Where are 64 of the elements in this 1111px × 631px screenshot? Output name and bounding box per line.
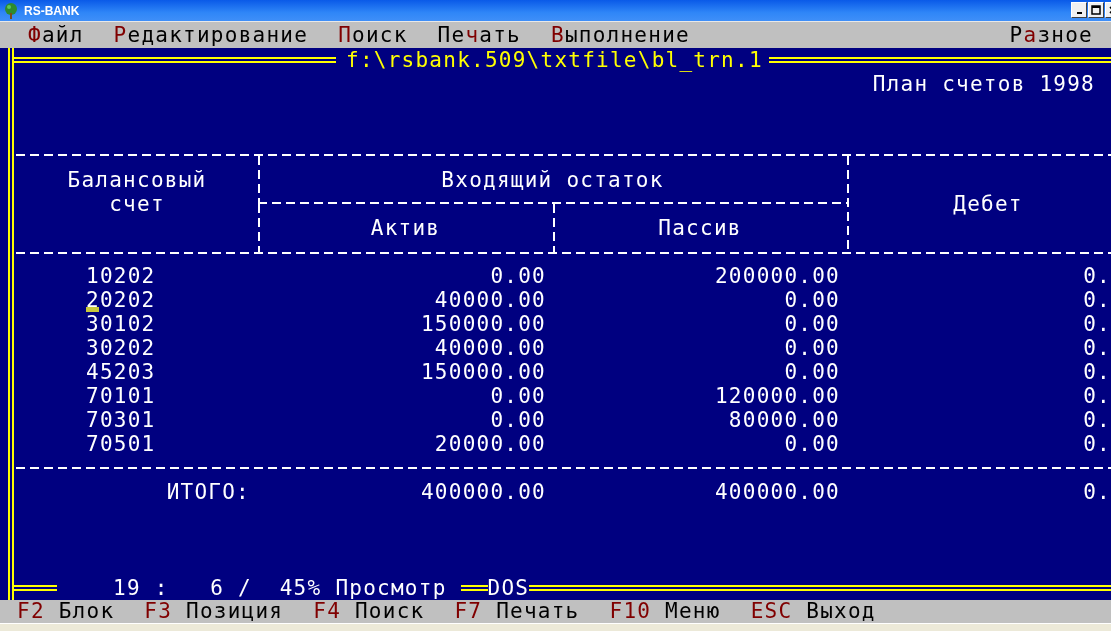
table-cell: 0.00 xyxy=(784,360,840,384)
table-cell: 150000.00 xyxy=(420,360,546,384)
table-cell: 0.00 xyxy=(490,264,546,288)
table-cell: 0. xyxy=(1083,480,1111,504)
table-cell: 0. xyxy=(1083,384,1111,408)
table-cell: 80000.00 xyxy=(728,408,840,432)
table-cell: 20000.00 xyxy=(434,432,546,456)
table-cell: 0. xyxy=(1083,288,1111,312)
tree-icon xyxy=(4,2,18,19)
minimize-icon xyxy=(1076,12,1082,14)
function-key[interactable]: F3 Позиция xyxy=(144,600,284,623)
table-cell: 0. xyxy=(1083,264,1111,288)
maximize-icon xyxy=(1091,5,1101,15)
view-mode: Просмотр xyxy=(335,576,447,600)
column-header: Входящий остаток xyxy=(441,168,664,192)
column-header: Актив xyxy=(370,216,441,240)
table-cell: 0. xyxy=(1083,312,1111,336)
maximize-button[interactable] xyxy=(1088,2,1104,18)
column-header: Балансовый счет xyxy=(67,168,207,216)
function-key[interactable]: F2 Блок xyxy=(17,600,115,623)
menu-item[interactable]: Файл xyxy=(28,22,84,48)
column-header: Дебет xyxy=(953,192,1023,216)
table-cell: 400000.00 xyxy=(714,480,840,504)
menu-item[interactable]: Поиск xyxy=(338,22,408,48)
table-cell: 30102 xyxy=(86,312,156,336)
table-cell: 20202 xyxy=(86,288,156,312)
table-cell: 0. xyxy=(1083,432,1111,456)
window-title: RS-BANK xyxy=(24,3,80,18)
total-label: ИТОГО: xyxy=(166,480,250,504)
table-cell: 0.00 xyxy=(490,408,546,432)
table-cell: 0.00 xyxy=(784,432,840,456)
table-cell: 40000.00 xyxy=(434,336,546,360)
function-key[interactable]: F10 Меню xyxy=(609,600,721,623)
column-header: Пассив xyxy=(658,216,742,240)
table-cell: 0.00 xyxy=(784,288,840,312)
table-cell: 45203 xyxy=(86,360,156,384)
table-cell: 0.00 xyxy=(784,336,840,360)
cursor-position: 19 : 6 / 45% xyxy=(113,576,322,600)
frame-line xyxy=(460,585,488,591)
table-cell: 70301 xyxy=(86,408,156,432)
menu-item[interactable]: Редактирование xyxy=(113,22,309,48)
table-cell: 70501 xyxy=(86,432,156,456)
table-cell: 150000.00 xyxy=(420,312,546,336)
file-path: f:\rsbank.509\txtfile\bl_trn.1 xyxy=(345,48,764,72)
report-heading: План счетов 1998 xyxy=(872,72,1096,96)
function-key[interactable]: F4 Поиск xyxy=(313,600,425,623)
table-cell: 0.00 xyxy=(490,384,546,408)
menu-item[interactable]: Выполнение xyxy=(551,22,690,48)
menu-item[interactable]: Разное xyxy=(1009,22,1093,48)
table-cell: 40000.00 xyxy=(434,288,546,312)
table-cell: 0. xyxy=(1083,408,1111,432)
table-cell: 400000.00 xyxy=(420,480,546,504)
table-cell: 10202 xyxy=(86,264,156,288)
table-cell: 0.00 xyxy=(784,312,840,336)
function-key[interactable]: F7 Печать xyxy=(454,600,580,623)
minimize-button[interactable] xyxy=(1071,2,1087,18)
table-cell: 30202 xyxy=(86,336,156,360)
table-cell: 0. xyxy=(1083,336,1111,360)
table-cell: 0. xyxy=(1083,360,1111,384)
table-cell: 70101 xyxy=(86,384,156,408)
table-cell: 120000.00 xyxy=(714,384,840,408)
table-cell: 200000.00 xyxy=(714,264,840,288)
function-key[interactable]: ESC Выход xyxy=(750,600,876,623)
menu-item[interactable]: Печать xyxy=(437,22,521,48)
